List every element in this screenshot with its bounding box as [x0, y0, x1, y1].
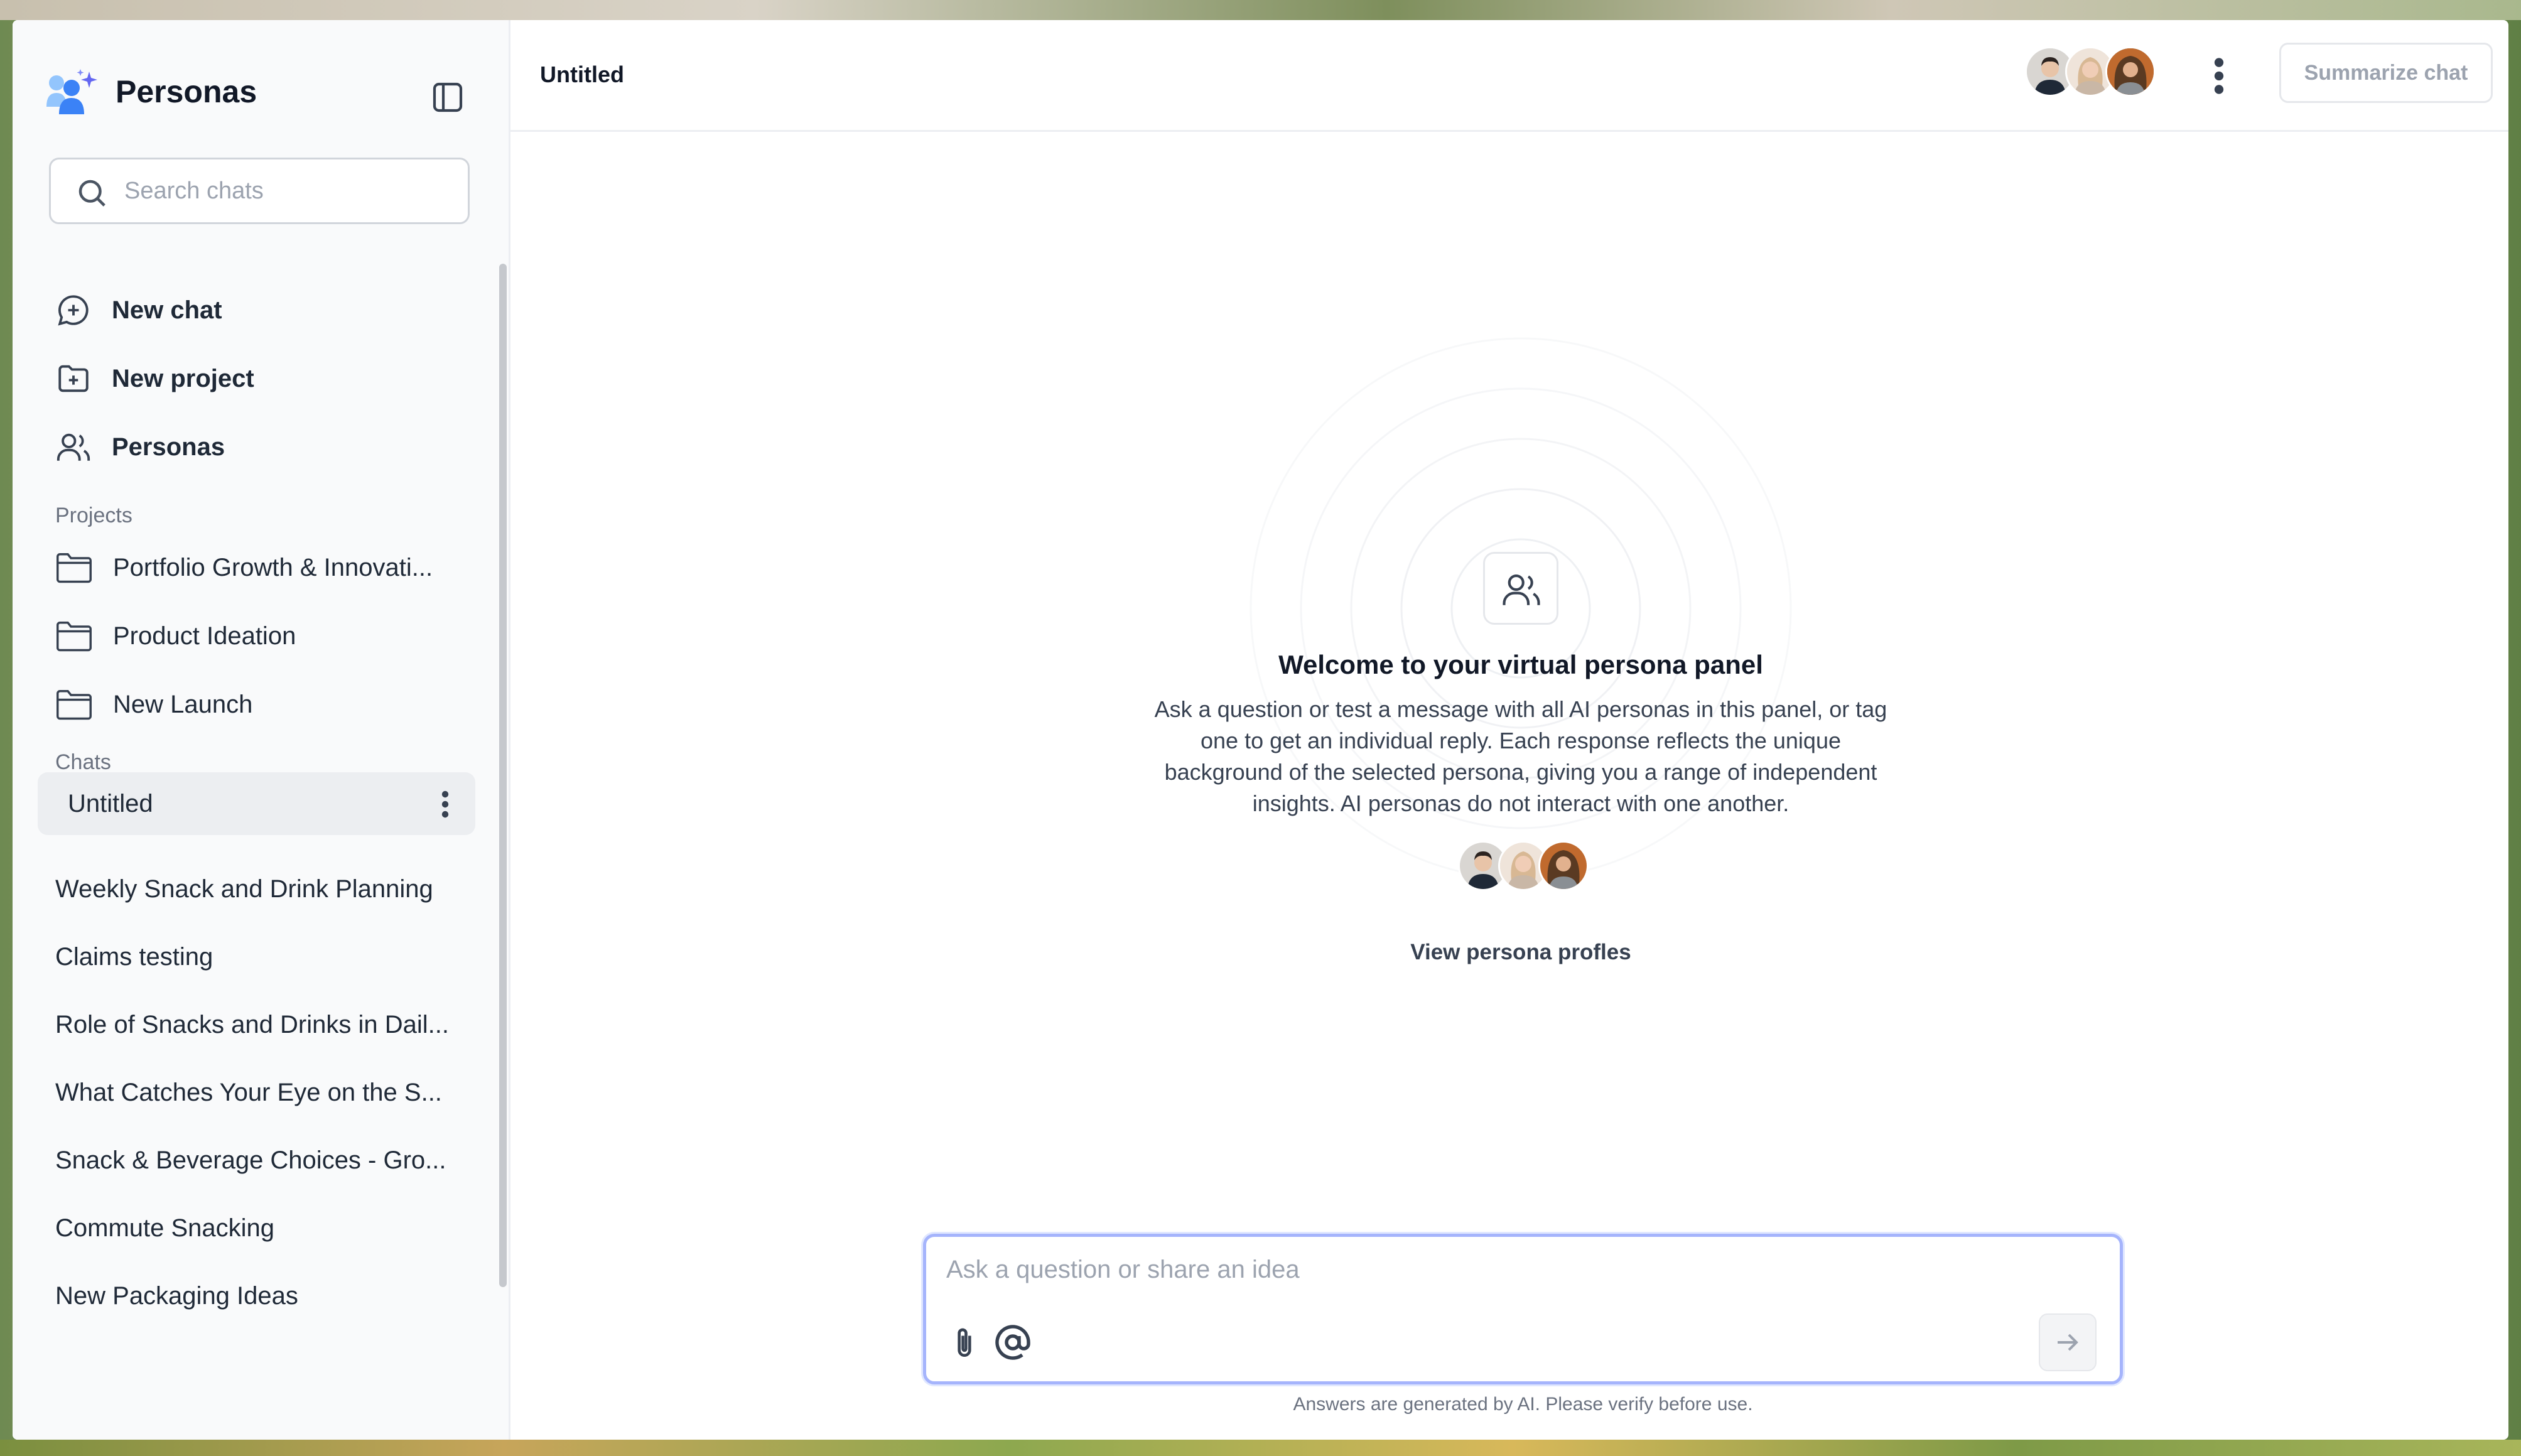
chat-label: Untitled	[68, 790, 153, 817]
persona-avatars[interactable]	[2025, 46, 2163, 99]
view-persona-profiles-link[interactable]: View persona profles	[1332, 940, 1709, 965]
project-item[interactable]: Portfolio Growth & Innovati...	[55, 551, 433, 584]
folder-plus-icon	[58, 365, 89, 392]
chat-item[interactable]: Commute Snacking	[55, 1214, 274, 1243]
project-label: Portfolio Growth & Innovati...	[113, 553, 433, 581]
folder-icon	[57, 622, 92, 652]
chat-header: Untitled Summarize chat	[509, 20, 2508, 132]
arrow-right-icon	[2058, 1334, 2078, 1351]
search-icon	[78, 180, 105, 207]
welcome-title: Welcome to your virtual persona panel	[1278, 650, 1763, 679]
welcome-description: Ask a question or test a message with al…	[1154, 696, 1887, 816]
project-label: Product Ideation	[113, 622, 296, 650]
chat-item[interactable]: Weekly Snack and Drink Planning	[55, 875, 433, 903]
brand[interactable]: Personas	[45, 69, 257, 114]
persona-panel-badge	[1483, 552, 1558, 625]
persona-woman-curly-avatar-icon	[1540, 843, 1587, 889]
personas-logo-icon	[46, 69, 97, 114]
search-input[interactable]	[123, 176, 452, 205]
chats-section-label: Chats	[55, 750, 111, 774]
chat-title[interactable]: Untitled	[540, 62, 624, 88]
avatar	[1538, 841, 1589, 891]
avatar	[2105, 46, 2156, 97]
search-box[interactable]	[49, 158, 470, 224]
sidebar: Personas New chat New project	[13, 20, 510, 1440]
sidebar-toggle-icon	[433, 82, 463, 112]
desktop-background-bottom	[0, 1440, 2521, 1456]
chat-item-active[interactable]: Untitled	[38, 772, 475, 835]
app-window: Personas New chat New project	[13, 20, 2508, 1440]
ai-disclaimer: Answers are generated by AI. Please veri…	[1293, 1394, 1753, 1415]
chat-item[interactable]: New Packaging Ideas	[55, 1282, 298, 1310]
project-item[interactable]: New Launch	[55, 688, 252, 721]
chat-item[interactable]: Role of Snacks and Drinks in Dail...	[55, 1011, 449, 1039]
project-item[interactable]: Product Ideation	[55, 620, 296, 652]
brand-name: Personas	[116, 74, 257, 109]
folder-icon	[57, 553, 92, 583]
nav-new-chat[interactable]: New chat	[55, 292, 222, 328]
chat-item[interactable]: What Catches Your Eye on the S...	[55, 1079, 442, 1107]
message-input[interactable]	[945, 1254, 2015, 1295]
paperclip-icon[interactable]	[949, 1325, 980, 1362]
send-button[interactable]	[2039, 1313, 2097, 1371]
summarize-chat-button[interactable]: Summarize chat	[2279, 43, 2493, 103]
chat-item[interactable]: Claims testing	[55, 943, 213, 971]
users-icon	[1503, 574, 1540, 605]
folder-icon	[57, 690, 92, 720]
nav-new-project[interactable]: New project	[55, 360, 254, 397]
persona-woman-curly-avatar-icon	[2107, 48, 2154, 95]
chat-item[interactable]: Snack & Beverage Choices - Gro...	[55, 1146, 446, 1175]
users-icon	[57, 433, 90, 461]
welcome-panel: Welcome to your virtual persona panel As…	[509, 130, 2508, 1197]
collapse-sidebar-button[interactable]	[430, 80, 465, 115]
desktop-background-top	[0, 0, 2521, 20]
sidebar-scrollbar[interactable]	[499, 264, 507, 1287]
chat-plus-icon	[58, 295, 89, 326]
nav-label: New chat	[112, 296, 222, 324]
nav-label: Personas	[112, 433, 225, 461]
project-label: New Launch	[113, 690, 253, 718]
persona-avatars[interactable]	[1458, 839, 1596, 893]
nav-label: New project	[112, 364, 254, 392]
nav-personas[interactable]: Personas	[55, 429, 225, 465]
more-vertical-icon[interactable]	[2211, 57, 2227, 95]
message-composer	[923, 1234, 2123, 1384]
at-mention-icon[interactable]	[994, 1324, 1032, 1361]
projects-section-label: Projects	[55, 504, 132, 527]
more-vertical-icon[interactable]	[440, 789, 450, 820]
